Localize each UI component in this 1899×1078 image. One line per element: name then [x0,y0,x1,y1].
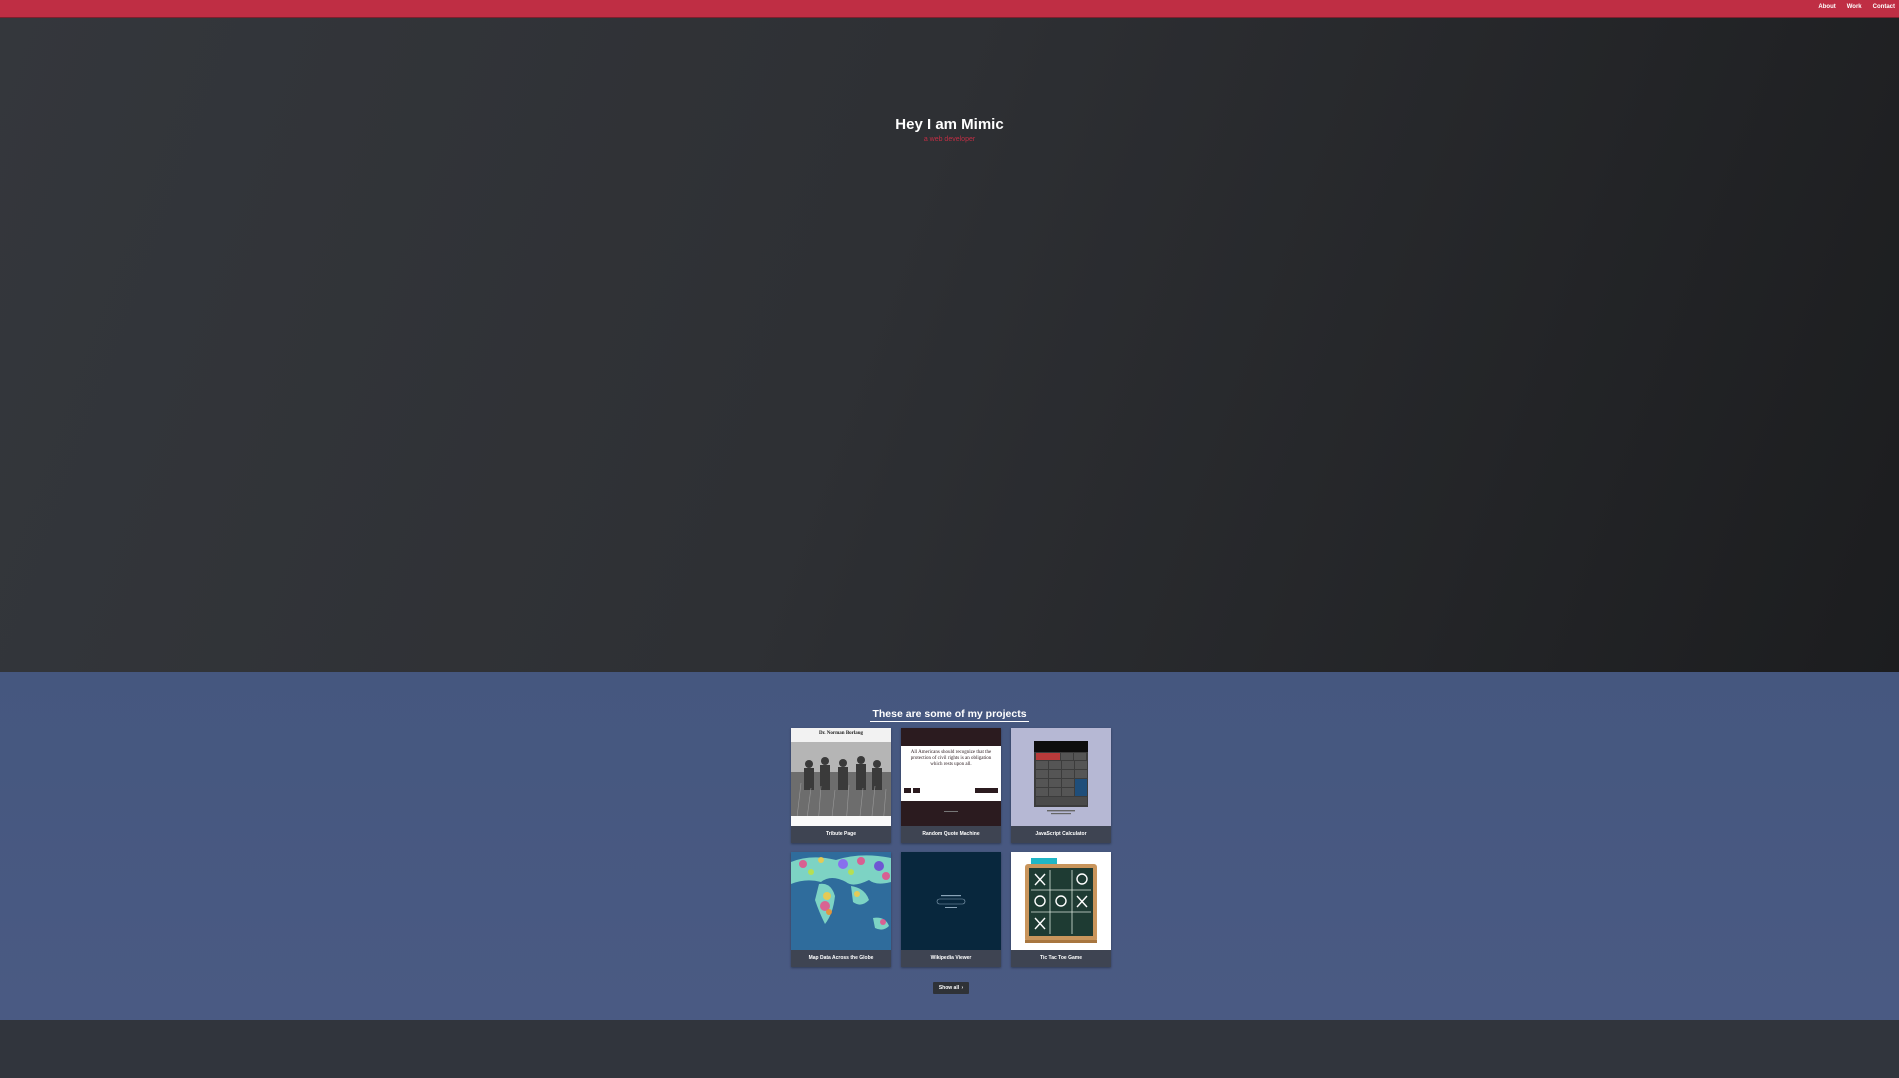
project-thumbnail-tribute: Dr. Norman Borlaug [791,728,891,826]
project-grid: Dr. Norman Borlaug Tribute Page All Amer… [791,728,1112,967]
hero-section: Hey I am Mimic a web developer [0,18,1899,672]
hero-subtitle: a web developer [923,136,976,143]
project-thumbnail-quote-machine: All Americans should recognize that the … [901,728,1001,826]
project-thumbnail-map-data [791,852,891,950]
project-label-wikipedia: Wikipedia Viewer [901,950,1001,967]
work-heading: These are some of my projects [0,696,1899,724]
footer [0,1020,1899,1078]
project-thumbnail-tic-tac-toe [1011,852,1111,950]
quote-thumb-text: All Americans should recognize that the … [910,750,992,767]
project-card-map-data[interactable]: Map Data Across the Globe [791,852,891,967]
navbar: About Work Contact [0,0,1899,18]
project-card-tic-tac-toe[interactable]: Tic Tac Toe Game [1011,852,1111,967]
project-thumbnail-calculator [1011,728,1111,826]
project-label-quote-machine: Random Quote Machine [901,826,1001,843]
show-all-label: Show all [938,985,960,991]
project-card-calculator[interactable]: JavaScript Calculator [1011,728,1111,843]
project-label-tic-tac-toe: Tic Tac Toe Game [1011,950,1111,967]
nav-link-contact[interactable]: Contact [1873,4,1895,10]
hero-title: Hey I am Mimic [895,116,1004,133]
project-thumbnail-wikipedia [901,852,1001,950]
project-card-quote-machine[interactable]: All Americans should recognize that the … [901,728,1001,843]
project-card-wikipedia[interactable]: Wikipedia Viewer [901,852,1001,967]
nav-link-about[interactable]: About [1818,4,1835,10]
show-all-button[interactable]: Show all › [933,982,969,994]
tribute-thumb-title: Dr. Norman Borlaug [818,731,864,736]
project-card-tribute[interactable]: Dr. Norman Borlaug Tribute Page [791,728,891,843]
work-section: These are some of my projects Dr. Norman… [0,672,1899,1020]
project-label-map-data: Map Data Across the Globe [791,950,891,967]
nav-links: About Work Contact [1818,4,1895,10]
nav-link-work[interactable]: Work [1847,4,1862,10]
project-label-calculator: JavaScript Calculator [1011,826,1111,843]
project-label-tribute: Tribute Page [791,826,891,843]
chevron-right-icon: › [961,985,964,991]
work-heading-text: These are some of my projects [870,708,1029,722]
